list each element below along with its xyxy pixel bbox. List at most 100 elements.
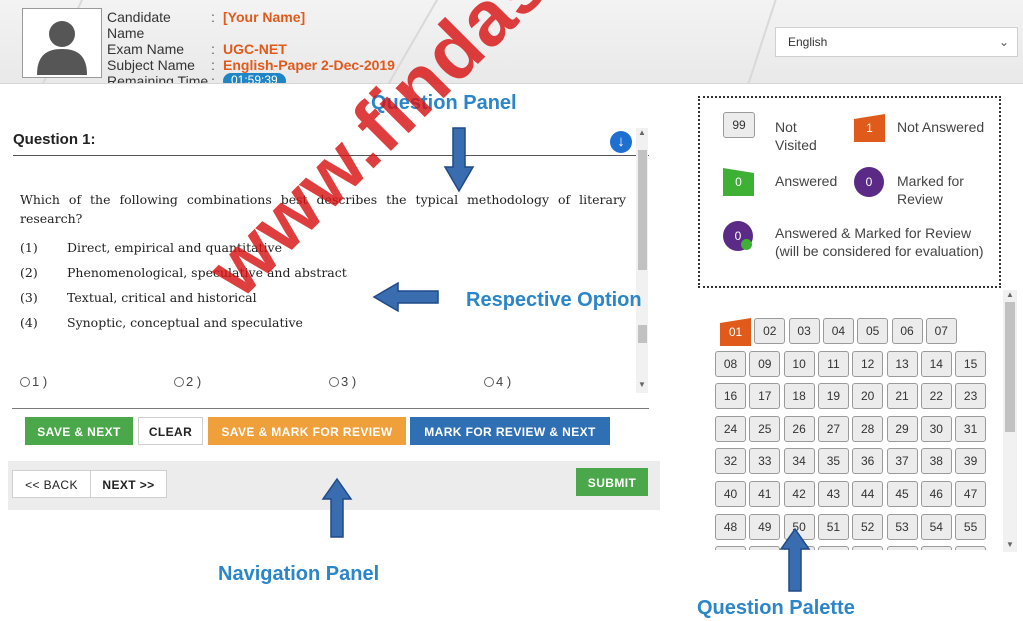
palette-question-button[interactable]: 54	[920, 513, 952, 540]
next-button[interactable]: NEXT >>	[90, 470, 167, 498]
palette-question-button[interactable]: 41	[749, 481, 781, 507]
submit-button[interactable]: SUBMIT	[576, 468, 648, 496]
palette-question-button[interactable]: 05	[857, 318, 889, 344]
palette-question-button[interactable]: 13	[886, 350, 918, 377]
save-mark-review-button[interactable]: SAVE & MARK FOR REVIEW	[208, 417, 406, 445]
palette-question-button[interactable]: 43	[817, 481, 849, 507]
palette-question-button[interactable]: 61	[886, 546, 918, 550]
palette-question-button[interactable]: 42	[783, 481, 815, 507]
palette-question-button[interactable]: 09	[749, 350, 781, 377]
palette-question-button[interactable]: 53	[886, 513, 918, 540]
palette-question-button[interactable]: 29	[886, 415, 918, 442]
palette-question-button[interactable]: 21	[886, 383, 918, 410]
palette-question-button[interactable]: 11	[817, 350, 849, 377]
remaining-time: 01:59:39	[223, 73, 286, 83]
palette-question-button[interactable]: 38	[920, 448, 952, 475]
save-next-button[interactable]: SAVE & NEXT	[25, 417, 133, 445]
palette-question-button[interactable]: 34	[783, 448, 815, 475]
option-3: (3) Textual, critical and historical	[20, 290, 257, 305]
palette-question-button[interactable]: 55	[955, 513, 987, 540]
radio-option-2[interactable]: 2 )	[174, 374, 201, 389]
palette-question-button[interactable]: 46	[920, 481, 952, 507]
palette-question-button[interactable]: 51	[817, 513, 849, 540]
palette-question-button[interactable]: 26	[783, 415, 815, 442]
palette-question-button[interactable]: 12	[852, 350, 884, 377]
palette-question-button[interactable]: 57	[749, 546, 781, 550]
palette-question-button[interactable]: 04	[822, 318, 854, 344]
divider	[12, 408, 649, 409]
radio-option-1[interactable]: 1 )	[20, 374, 47, 389]
palette-question-button[interactable]: 59	[817, 546, 849, 550]
chevron-down-icon: ⌄	[998, 35, 1009, 49]
palette-question-button[interactable]: 28	[852, 415, 884, 442]
arrow-circle-down-icon[interactable]: ↓	[610, 131, 632, 153]
palette-question-button[interactable]: 18	[783, 383, 815, 410]
palette-question-button[interactable]: 22	[920, 383, 952, 410]
palette-question-button[interactable]: 17	[749, 383, 781, 410]
palette-question-button[interactable]: 45	[886, 481, 918, 507]
palette-question-button[interactable]: 52	[852, 513, 884, 540]
palette-question-button[interactable]: 10	[783, 350, 815, 377]
palette-question-button[interactable]: 31	[955, 415, 987, 442]
palette-question-button[interactable]: 19	[817, 383, 849, 410]
palette-question-button[interactable]: 48	[715, 513, 746, 540]
palette-question-button[interactable]: 35	[817, 448, 849, 475]
palette-question-button[interactable]: 01	[720, 318, 751, 346]
palette-question-button[interactable]: 40	[715, 481, 746, 507]
scroll-up-icon[interactable]: ▲	[1003, 290, 1017, 299]
not-answered-badge: 1	[854, 114, 885, 142]
palette-question-button[interactable]: 30	[920, 415, 952, 442]
candidate-name: [Your Name]	[223, 9, 306, 25]
question-scrollbar-thumb[interactable]	[638, 150, 647, 270]
palette-question-button[interactable]: 44	[852, 481, 884, 507]
palette-question-button[interactable]: 08	[715, 350, 746, 377]
marked-review-label: Marked for Review	[897, 172, 964, 208]
back-button[interactable]: << BACK	[12, 470, 91, 498]
radio-circle-icon[interactable]	[174, 377, 184, 387]
remaining-time-label: Remaining Time	[107, 73, 209, 84]
palette-question-button[interactable]: 56	[715, 546, 746, 550]
palette-question-button[interactable]: 02	[754, 318, 786, 344]
separator: :	[211, 57, 215, 73]
palette-question-button[interactable]: 49	[749, 513, 781, 540]
palette-question-button[interactable]: 63	[955, 546, 987, 550]
palette-question-button[interactable]: 27	[817, 415, 849, 442]
palette-question-button[interactable]: 47	[955, 481, 987, 507]
radio-option-4[interactable]: 4 )	[484, 374, 511, 389]
radio-circle-icon[interactable]	[20, 377, 30, 387]
palette-question-button[interactable]: 03	[788, 318, 820, 344]
radio-option-3[interactable]: 3 )	[329, 374, 356, 389]
candidate-info: Candidate Name : [Your Name] Exam Name :…	[107, 9, 395, 84]
scroll-up-icon[interactable]: ▲	[636, 128, 648, 137]
radio-circle-icon[interactable]	[484, 377, 494, 387]
palette-question-button[interactable]: 36	[852, 448, 884, 475]
arrow-up-icon	[779, 527, 811, 592]
palette-question-button[interactable]: 24	[715, 415, 746, 442]
palette-question-button[interactable]: 06	[891, 318, 923, 344]
palette-question-button[interactable]: 32	[715, 448, 746, 475]
clear-button[interactable]: CLEAR	[138, 417, 203, 445]
check-dot-icon	[741, 239, 752, 250]
radio-circle-icon[interactable]	[329, 377, 339, 387]
palette-question-button[interactable]: 60	[852, 546, 884, 550]
not-visited-label: Not Visited	[775, 118, 817, 154]
language-select[interactable]: English ⌄	[775, 27, 1018, 57]
option-2: (2) Phenomenological, speculative and abs…	[20, 265, 347, 280]
question-scrollbar-thumb[interactable]	[638, 325, 647, 343]
palette-question-button[interactable]: 33	[749, 448, 781, 475]
mark-review-next-button[interactable]: MARK FOR REVIEW & NEXT	[410, 417, 610, 445]
palette-question-button[interactable]: 07	[925, 318, 957, 344]
palette-question-button[interactable]: 16	[715, 383, 746, 410]
palette-question-button[interactable]: 62	[920, 546, 952, 550]
separator: :	[211, 41, 215, 57]
scroll-down-icon[interactable]: ▼	[636, 380, 648, 389]
palette-question-button[interactable]: 37	[886, 448, 918, 475]
palette-question-button[interactable]: 20	[852, 383, 884, 410]
option-1: (1) Direct, empirical and quantitative	[20, 240, 282, 255]
palette-question-button[interactable]: 14	[920, 350, 952, 377]
palette-question-button[interactable]: 23	[955, 383, 987, 410]
palette-question-button[interactable]: 15	[955, 350, 987, 377]
option-number: (3)	[20, 290, 38, 305]
palette-question-button[interactable]: 39	[955, 448, 987, 475]
palette-question-button[interactable]: 25	[749, 415, 781, 442]
